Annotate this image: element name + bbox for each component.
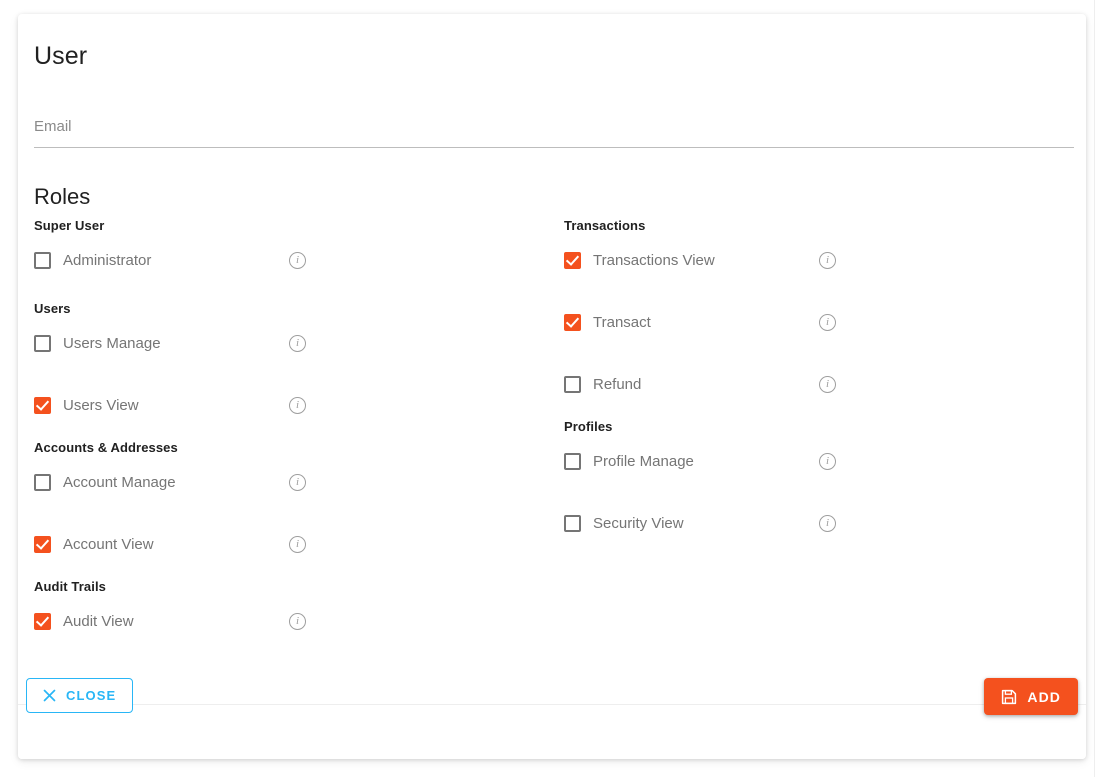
permission-label[interactable]: Account View (63, 536, 154, 553)
info-icon[interactable]: i (819, 376, 836, 393)
permission-label[interactable]: Users View (63, 397, 139, 414)
permission-row-administrator[interactable]: Administrator i (34, 239, 534, 281)
page-title: User (34, 42, 88, 70)
add-button[interactable]: ADD (984, 678, 1078, 715)
role-group-profiles: Profiles Profile Manage i Security View … (564, 419, 1064, 544)
roles-heading: Roles (34, 184, 91, 209)
permission-label[interactable]: Account Manage (63, 474, 176, 491)
group-title: Super User (34, 218, 105, 233)
save-disk-icon (1001, 689, 1017, 705)
close-button-label: CLOSE (66, 688, 117, 703)
permission-label[interactable]: Users Manage (63, 335, 161, 352)
checkbox-account-view[interactable] (34, 535, 51, 553)
permission-row-users-manage[interactable]: Users Manage i (34, 322, 534, 364)
dialog-body: User Roles Super User Administrator i (18, 14, 1086, 704)
permission-label[interactable]: Audit View (63, 613, 134, 630)
info-icon[interactable]: i (289, 252, 306, 269)
info-icon[interactable]: i (289, 335, 306, 352)
checkbox-security-view[interactable] (564, 514, 581, 532)
role-group-accounts-addresses: Accounts & Addresses Account Manage i Ac… (34, 440, 534, 565)
checkbox-profile-manage[interactable] (564, 452, 581, 470)
checkbox-administrator[interactable] (34, 251, 51, 269)
info-icon[interactable]: i (289, 536, 306, 553)
add-button-label: ADD (1027, 688, 1061, 705)
info-icon[interactable]: i (289, 397, 306, 414)
checkbox-transact[interactable] (564, 313, 581, 331)
info-icon[interactable]: i (819, 252, 836, 269)
info-icon[interactable]: i (289, 474, 306, 491)
permission-row-transactions-view[interactable]: Transactions View i (564, 239, 1064, 281)
permission-label[interactable]: Security View (593, 515, 684, 532)
permission-label[interactable]: Refund (593, 376, 641, 393)
dialog-footer: CLOSE ADD (18, 678, 1086, 759)
permission-row-audit-view[interactable]: Audit View i (34, 600, 534, 642)
permission-row-account-manage[interactable]: Account Manage i (34, 461, 534, 503)
checkbox-refund[interactable] (564, 375, 581, 393)
role-group-audit-trails: Audit Trails Audit View i (34, 579, 534, 642)
checkbox-audit-view[interactable] (34, 612, 51, 630)
user-dialog-card: User Roles Super User Administrator i (18, 14, 1086, 759)
group-title: Audit Trails (34, 579, 106, 594)
role-group-transactions: Transactions Transactions View i Transac… (564, 218, 1064, 405)
permission-row-account-view[interactable]: Account View i (34, 523, 534, 565)
info-icon[interactable]: i (819, 515, 836, 532)
permission-label[interactable]: Transact (593, 314, 651, 331)
permission-label[interactable]: Administrator (63, 252, 151, 269)
role-group-super-user: Super User Administrator i (34, 218, 534, 281)
close-button[interactable]: CLOSE (26, 678, 134, 713)
checkbox-users-view[interactable] (34, 396, 51, 414)
checkbox-account-manage[interactable] (34, 473, 51, 491)
permission-label[interactable]: Profile Manage (593, 453, 694, 470)
email-field-wrapper (34, 118, 1074, 148)
group-title: Accounts & Addresses (34, 440, 178, 455)
checkbox-transactions-view[interactable] (564, 251, 581, 269)
group-title: Users (34, 301, 71, 316)
email-input[interactable] (34, 118, 1074, 141)
roles-column-right: Transactions Transactions View i Transac… (564, 218, 1064, 558)
info-icon[interactable]: i (819, 453, 836, 470)
close-x-icon (43, 689, 56, 702)
permission-row-security-view[interactable]: Security View i (564, 502, 1064, 544)
roles-column-left: Super User Administrator i Users Users M… (34, 218, 534, 656)
permission-row-refund[interactable]: Refund i (564, 363, 1064, 405)
permission-row-users-view[interactable]: Users View i (34, 384, 534, 426)
permission-label[interactable]: Transactions View (593, 252, 715, 269)
group-title: Profiles (564, 419, 613, 434)
checkbox-users-manage[interactable] (34, 334, 51, 352)
page-scrollbar[interactable] (1094, 0, 1108, 777)
permission-row-profile-manage[interactable]: Profile Manage i (564, 440, 1064, 482)
role-group-users: Users Users Manage i Users View i (34, 301, 534, 426)
info-icon[interactable]: i (819, 314, 836, 331)
group-title: Transactions (564, 218, 646, 233)
screen: User Roles Super User Administrator i (0, 0, 1108, 777)
info-icon[interactable]: i (289, 613, 306, 630)
permission-row-transact[interactable]: Transact i (564, 301, 1064, 343)
